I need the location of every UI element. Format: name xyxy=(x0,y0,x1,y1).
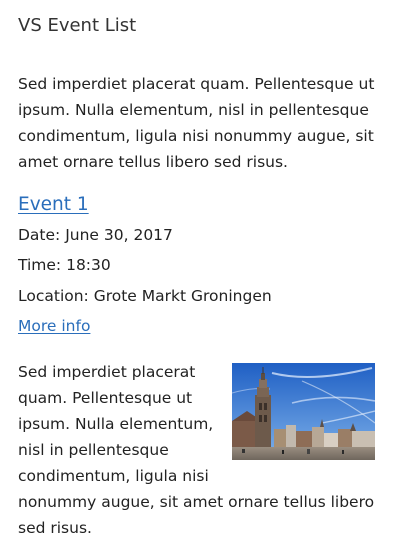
event-description-block: Sed imperdiet placerat quam. Pellentesqu… xyxy=(18,359,380,541)
page-title: VS Event List xyxy=(18,15,137,36)
event-title-link[interactable]: Event 1 xyxy=(18,192,89,218)
event-photo xyxy=(232,363,375,460)
event-time: Time: 18:30 xyxy=(18,256,111,274)
intro-paragraph: Sed imperdiet placerat quam. Pellentesqu… xyxy=(18,75,375,171)
event-location: Location: Grote Markt Groningen xyxy=(18,287,272,305)
event-date: Date: June 30, 2017 xyxy=(18,226,173,244)
more-info-link[interactable]: More info xyxy=(18,315,90,337)
